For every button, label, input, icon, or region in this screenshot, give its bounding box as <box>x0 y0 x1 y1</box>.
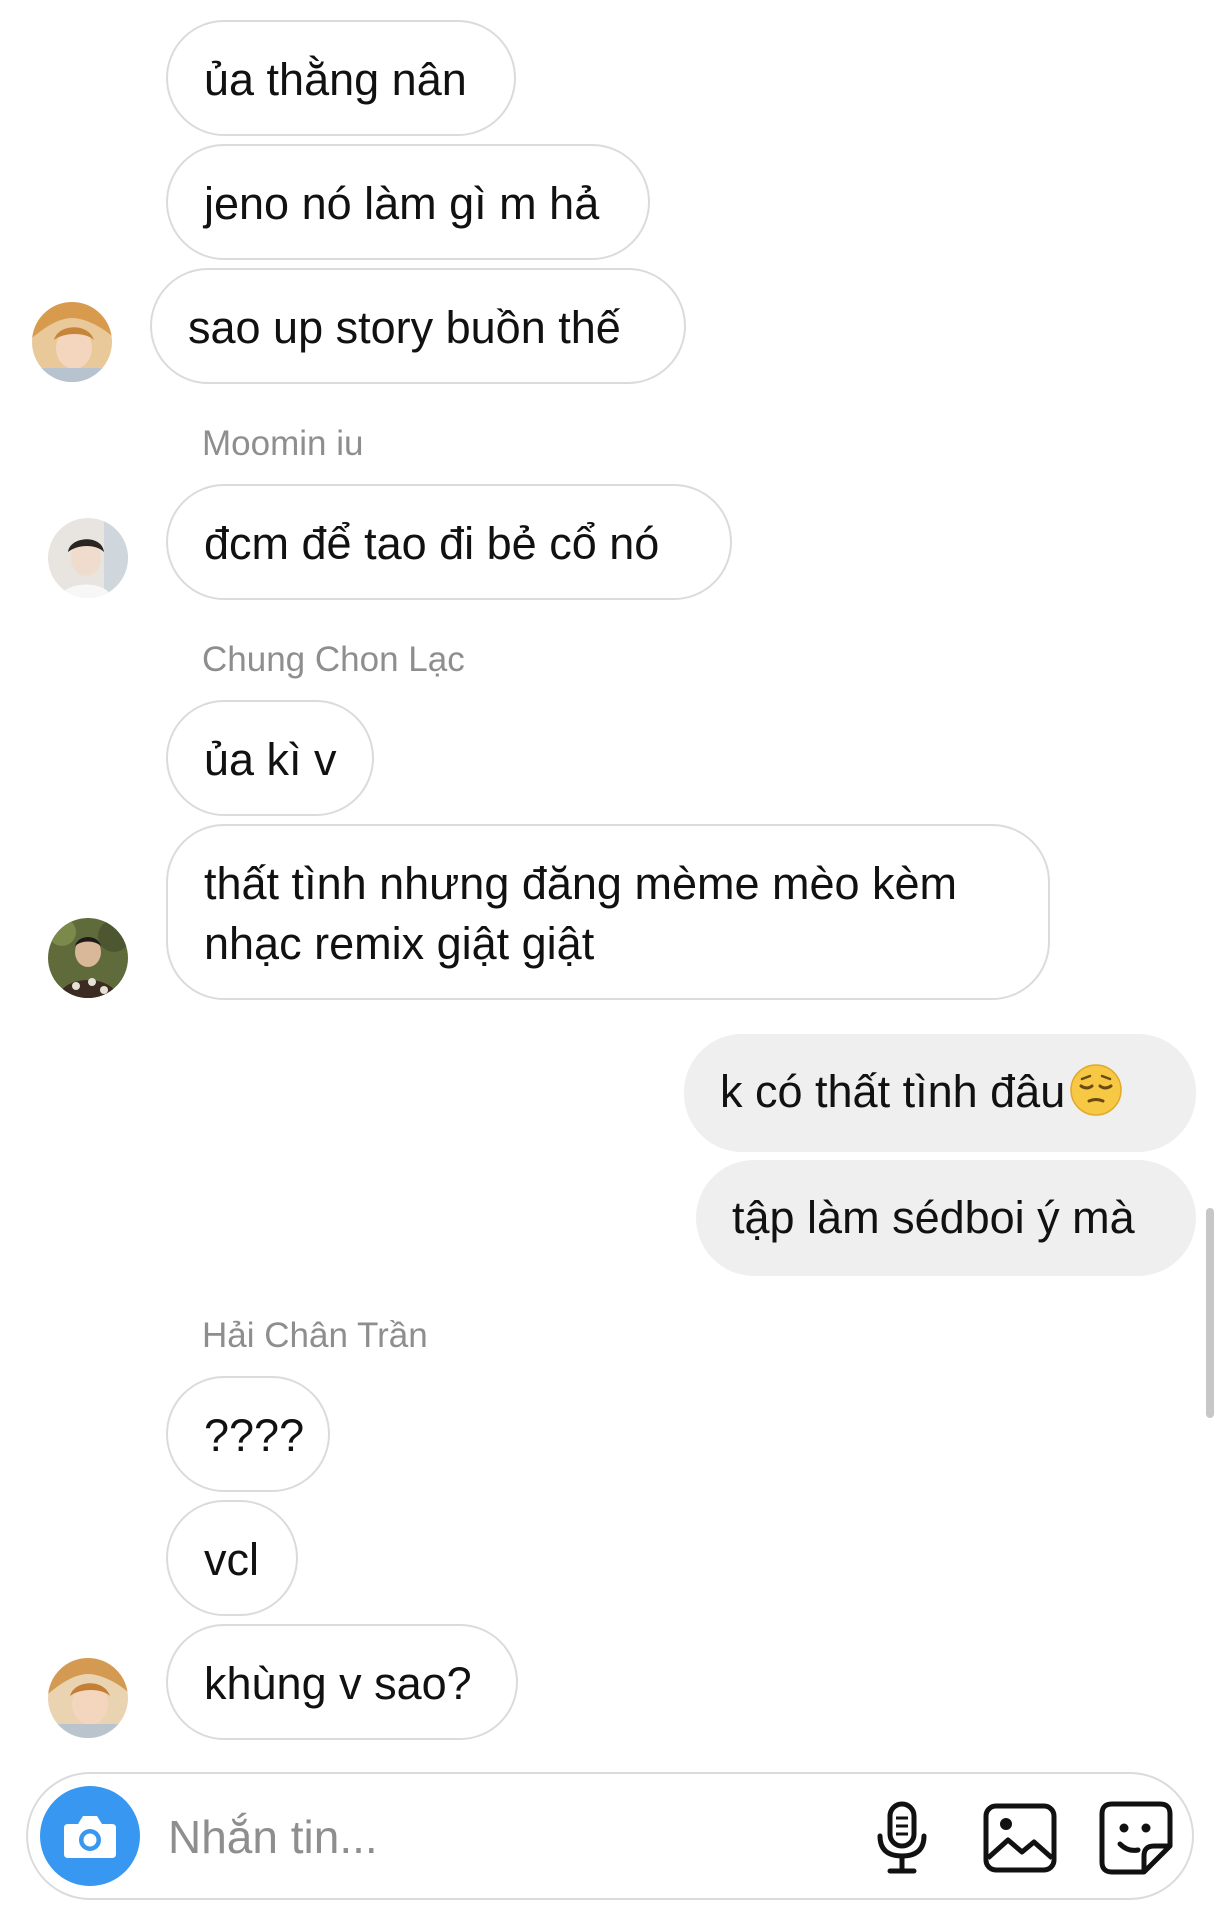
message-bubble[interactable]: thất tình nhưng đăng mème mèo kèm nhạc r… <box>166 824 1050 1000</box>
message-text: ủa kì v <box>204 734 337 785</box>
message-bubble[interactable]: khùng v sao? <box>166 1624 518 1740</box>
microphone-icon[interactable] <box>864 1800 940 1876</box>
message-bubble[interactable]: ủa thằng nân <box>166 20 516 136</box>
avatar[interactable] <box>48 518 128 598</box>
avatar[interactable] <box>48 918 128 998</box>
sender-name: Hải Chân Trần <box>202 1316 428 1355</box>
message-text: khùng v sao? <box>204 1658 472 1709</box>
message-bubble[interactable]: vcl <box>166 1500 298 1616</box>
pensive-face-icon <box>1070 1064 1122 1116</box>
camera-icon <box>64 1816 116 1858</box>
sender-name: Moomin iu <box>202 424 364 463</box>
message-bubble[interactable]: ???? <box>166 1376 330 1492</box>
message-text: đcm để tao đi bẻ cổ nó <box>204 518 660 569</box>
avatar[interactable] <box>48 1658 128 1738</box>
message-bubble[interactable]: sao up story buồn thế <box>150 268 686 384</box>
my-message-bubble[interactable]: k có thất tình đâu <box>684 1034 1196 1152</box>
message-text: k có thất tình đâu <box>720 1066 1066 1117</box>
message-composer <box>26 1772 1194 1900</box>
gallery-icon[interactable] <box>982 1800 1058 1876</box>
message-text: sao up story buồn thế <box>188 302 621 353</box>
message-bubble[interactable]: jeno nó làm gì m hả <box>166 144 650 260</box>
scrollbar[interactable] <box>1206 1208 1214 1418</box>
sticker-icon[interactable] <box>1098 1800 1174 1876</box>
message-text: ???? <box>204 1410 305 1461</box>
message-thread: ủa thằng nân jeno nó làm gì m hả sao up … <box>0 0 1221 1760</box>
sender-name: Chung Chon Lạc <box>202 640 465 679</box>
message-bubble[interactable]: đcm để tao đi bẻ cổ nó <box>166 484 732 600</box>
message-text: jeno nó làm gì m hả <box>204 178 600 229</box>
message-text: thất tình nhưng đăng mème mèo kèm nhạc r… <box>204 858 958 969</box>
camera-button[interactable] <box>40 1786 140 1886</box>
avatar[interactable] <box>32 302 112 382</box>
message-bubble[interactable]: ủa kì v <box>166 700 374 816</box>
my-message-bubble[interactable]: tập làm sédboi ý mà <box>696 1160 1196 1276</box>
message-text: ủa thằng nân <box>204 54 467 105</box>
message-text: tập làm sédboi ý mà <box>732 1192 1135 1243</box>
message-input[interactable] <box>168 1802 668 1872</box>
message-text: vcl <box>204 1534 259 1585</box>
